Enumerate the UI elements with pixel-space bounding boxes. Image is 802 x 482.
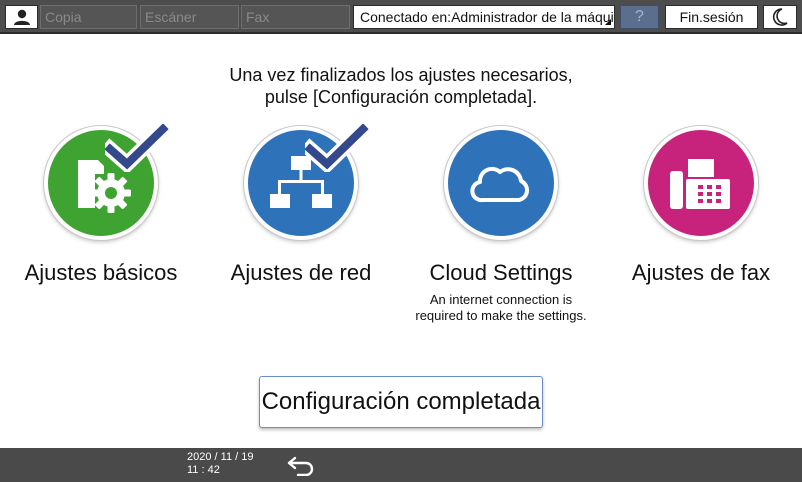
logout-button[interactable]: Fin.sesión: [665, 5, 758, 29]
moon-icon: [772, 8, 788, 26]
network-settings-label: Ajustes de red: [230, 260, 372, 285]
completed-check-icon: [105, 124, 169, 172]
cloud-settings-label: Cloud Settings: [429, 260, 573, 285]
tile-basic-settings[interactable]: Ajustes básicos: [11, 122, 191, 332]
completed-check-icon: [305, 124, 369, 172]
bottom-bar: 2020 / 11 / 19 11 : 42: [0, 448, 802, 482]
tile-fax-settings[interactable]: Ajustes de fax: [611, 122, 791, 332]
date-text: 2020 / 11 / 19: [187, 451, 254, 463]
copy-app-button[interactable]: Copia: [40, 5, 137, 29]
connected-user-button[interactable]: Conectado en:Administrador de la máquina: [353, 5, 615, 29]
configuration-completed-button[interactable]: Configuración completada: [259, 376, 543, 428]
cloud-note-line-2: required to make the settings.: [415, 308, 587, 323]
cloud-settings-circle: [444, 126, 558, 240]
cloud-note-line-1: An internet connection is: [429, 292, 573, 307]
connected-user-label: Conectado en:Administrador de la máquina: [360, 9, 615, 25]
tile-network-settings[interactable]: Ajustes de red: [211, 122, 391, 332]
cloud-icon: [470, 166, 530, 203]
dropdown-corner-icon: [605, 19, 611, 25]
time-text: 11 : 42: [187, 464, 220, 476]
fax-settings-label: Ajustes de fax: [631, 260, 771, 285]
back-button[interactable]: [286, 454, 318, 477]
help-button[interactable]: ?: [620, 5, 659, 29]
tile-cloud-settings[interactable]: Cloud Settings An internet connection is…: [411, 122, 591, 332]
basic-settings-label: Ajustes básicos: [24, 260, 178, 285]
energy-saver-button[interactable]: [763, 5, 797, 29]
date-time: 2020 / 11 / 19 11 : 42: [187, 451, 253, 477]
fax-app-button[interactable]: Fax: [241, 5, 350, 29]
instruction-line-2: pulse [Configuración completada].: [264, 87, 538, 107]
top-bar: Copia Escáner Fax Conectado en:Administr…: [0, 0, 802, 34]
fax-icon: [670, 159, 730, 209]
instruction-text: Una vez finalizados los ajustes necesari…: [0, 64, 802, 108]
user-button[interactable]: [5, 5, 38, 29]
user-icon: [13, 9, 30, 25]
back-arrow-icon: [287, 456, 314, 477]
instruction-line-1: Una vez finalizados los ajustes necesari…: [229, 65, 573, 85]
scanner-app-button[interactable]: Escáner: [140, 5, 239, 29]
fax-settings-circle: [644, 126, 758, 240]
cloud-settings-note: An internet connection is required to ma…: [391, 292, 611, 324]
